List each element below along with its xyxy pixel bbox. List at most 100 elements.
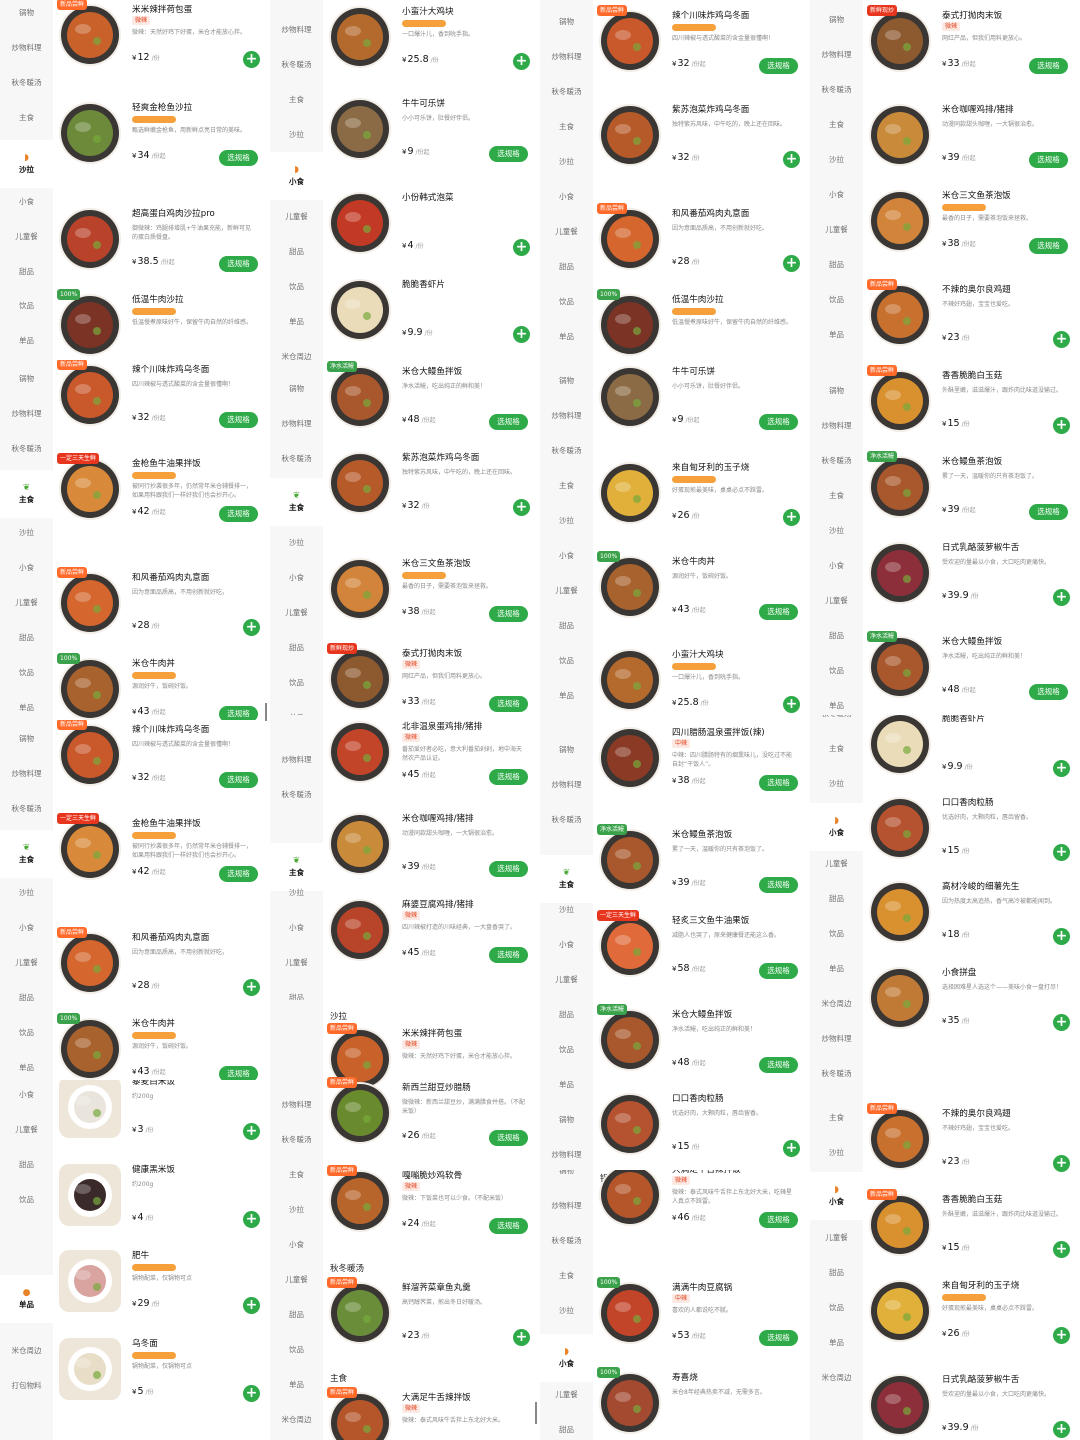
sidebar-item[interactable]: 小食 [810, 551, 863, 579]
add-to-cart-button[interactable]: + [243, 1211, 260, 1228]
sidebar-item[interactable]: 单品 [810, 954, 863, 982]
sidebar-item[interactable]: 炒物料理 [0, 399, 53, 427]
product-image[interactable] [599, 829, 661, 891]
product-image[interactable] [869, 542, 931, 604]
product-image[interactable] [869, 1108, 931, 1170]
sidebar-item[interactable]: 炒物料理 [270, 1090, 323, 1118]
sidebar-item[interactable]: 秋冬暖汤 [540, 1226, 593, 1254]
product-image[interactable] [329, 558, 391, 620]
sidebar-item[interactable]: 秋冬暖汤 [0, 434, 53, 462]
product-card[interactable]: 新鲜现炒 泰式打抛肉末饭 微辣 网红产品，但我们用料更放心。 ¥33/份起 选规格 [323, 642, 540, 715]
product-image[interactable] [329, 366, 391, 428]
sidebar-item[interactable]: 锅物 [540, 1170, 593, 1184]
select-spec-button[interactable]: 选规格 [759, 414, 798, 430]
sidebar-item[interactable]: 秋冬暖汤 [810, 75, 863, 103]
select-spec-button[interactable]: 选规格 [489, 947, 528, 963]
product-name[interactable]: 嘎嘣脆炒鸡软骨 [402, 1169, 462, 1181]
product-card[interactable]: 新品尝鲜 香香脆脆白玉菇 外酥里嫩，滋滋爆汁，跟炸肉比味道没输过。 ¥15/份 + [863, 364, 1080, 452]
product-image[interactable] [59, 572, 121, 634]
sidebar-item[interactable]: 儿童餐 [270, 1265, 323, 1293]
product-image[interactable] [59, 294, 121, 356]
sidebar-item[interactable]: 沙拉 [540, 1296, 593, 1324]
sidebar-item[interactable]: 甜品 [810, 250, 863, 278]
add-to-cart-button[interactable]: + [1053, 1014, 1070, 1031]
add-to-cart-button[interactable]: + [1053, 760, 1070, 777]
product-card[interactable]: 新鲜现炒 泰式打抛肉末饭 微辣 网红产品，但我们用料更放心。 ¥33/份起 选规格 [863, 4, 1080, 92]
select-spec-button[interactable]: 选规格 [759, 1330, 798, 1346]
sidebar-item[interactable]: 沙拉 [810, 1138, 863, 1166]
sidebar-item[interactable]: 儿童餐 [540, 576, 593, 604]
sidebar-item[interactable]: 主食 [270, 1160, 323, 1188]
product-card[interactable]: 口口香肉粒肠 优选好肉，大颗肉粒，唇齿留香。 ¥15/份 + [863, 791, 1080, 879]
product-name[interactable]: 四川腊肠温泉蛋拌饭(辣) [672, 726, 765, 738]
add-to-cart-button[interactable]: + [783, 696, 800, 713]
sidebar-item[interactable]: 小食 [270, 1230, 323, 1258]
sidebar-item[interactable]: 主食 [810, 734, 863, 762]
sidebar-item[interactable]: 小食 [540, 930, 593, 958]
product-name[interactable]: 大满足牛舌辣拌饭 [402, 1391, 471, 1403]
product-name[interactable]: 麻婆豆腐鸡排/猪排 [402, 898, 474, 910]
select-spec-button[interactable]: 选规格 [759, 1212, 798, 1228]
select-spec-button[interactable]: 选规格 [759, 1057, 798, 1073]
sidebar-item[interactable]: 沙拉 [810, 145, 863, 173]
sidebar-item[interactable]: ◗ 小食 [810, 1172, 863, 1220]
product-name[interactable]: 米仓咖喱鸡排/猪排 [402, 812, 474, 824]
product-image[interactable] [869, 1280, 931, 1342]
sidebar-item[interactable]: 甜品 [540, 1415, 593, 1440]
product-card[interactable]: 日式乳酪菠萝椒牛舌 受欢迎的量最以小食，大口吃肉更痛快。 ¥39.9/份 + [863, 1368, 1080, 1440]
add-to-cart-button[interactable]: + [783, 509, 800, 526]
product-name[interactable]: 牛牛可乐饼 [672, 365, 715, 377]
add-to-cart-button[interactable]: + [243, 979, 260, 996]
product-image[interactable] [599, 649, 661, 711]
product-image[interactable] [599, 104, 661, 166]
sidebar-item[interactable]: ◗ 沙拉 [0, 140, 53, 188]
sidebar-item[interactable]: 沙拉 [0, 518, 53, 546]
product-card[interactable]: 米仓三文鱼茶泡饭 最香的日子，需要茶泡饭来拯救。 ¥38/份起 选规格 [863, 184, 1080, 272]
select-spec-button[interactable]: 选规格 [759, 963, 798, 979]
sidebar-item[interactable]: 儿童餐 [270, 948, 323, 976]
product-image[interactable] [599, 208, 661, 270]
product-image[interactable] [869, 797, 931, 859]
product-image[interactable] [59, 1338, 121, 1400]
product-card[interactable]: 100% 低温牛肉沙拉 低温慢煮原味好牛，保留牛肉自然的纤维感。 [593, 288, 810, 360]
sidebar-item[interactable]: 单品 [270, 1370, 323, 1398]
sidebar-item[interactable]: 甜品 [270, 1300, 323, 1328]
product-name[interactable]: 辣个川味炸鸡乌冬面 [132, 723, 209, 735]
sidebar-item[interactable]: 甜品 [810, 1258, 863, 1286]
add-to-cart-button[interactable]: + [243, 619, 260, 636]
product-name[interactable]: 轻爽金枪鱼沙拉 [132, 101, 192, 113]
sidebar-item[interactable]: 儿童餐 [810, 849, 863, 877]
product-name[interactable]: 脆脆香虾片 [942, 715, 985, 724]
product-card[interactable]: 100% 满满牛肉豆腐锅 中辣 喜欢的人都说吃不腻。 ¥53/份起 选规格 [593, 1276, 810, 1364]
product-image[interactable] [59, 658, 121, 720]
sidebar-item[interactable]: 小食 [0, 913, 53, 941]
product-name[interactable]: 米仓咖喱鸡排/猪排 [942, 103, 1014, 115]
product-name[interactable]: 金枪鱼牛油果拌饭 [132, 817, 201, 829]
sidebar-item[interactable]: 儿童餐 [0, 222, 53, 250]
sidebar-item[interactable]: 米仓周边 [0, 1336, 53, 1364]
product-card[interactable]: 新品尝鲜 和风番茄鸡肉丸意面 因为意面品质高，不用创新就好吃。 ¥28/份 + [593, 202, 810, 290]
product-name[interactable]: 米米辣拌荷包蛋 [402, 1027, 462, 1039]
product-card[interactable]: 新品尝鲜 辣个川味炸鸡乌冬面 四川辣椒与透式酸菜的含金量很懂啊！ ¥32/份起 选规格 [593, 4, 810, 92]
product-image[interactable] [599, 1282, 661, 1344]
sidebar-item[interactable]: 甜品 [810, 884, 863, 912]
select-spec-button[interactable]: 选规格 [489, 606, 528, 622]
product-name[interactable]: 日式乳酪菠萝椒牛舌 [942, 541, 1019, 553]
product-image[interactable] [599, 294, 661, 356]
add-to-cart-button[interactable]: + [783, 151, 800, 168]
sidebar-item[interactable]: 饮品 [540, 1035, 593, 1063]
product-image[interactable] [59, 364, 121, 426]
product-image[interactable] [59, 4, 121, 66]
select-spec-button[interactable]: 选规格 [219, 412, 258, 428]
product-name[interactable]: 米仓大鳗鱼拌饭 [402, 365, 462, 377]
product-image[interactable] [599, 727, 661, 789]
select-spec-button[interactable]: 选规格 [1029, 58, 1068, 74]
select-spec-button[interactable]: 选规格 [219, 772, 258, 788]
sidebar-item[interactable]: 甜品 [0, 257, 53, 285]
sidebar-item[interactable]: 秋冬暖汤 [0, 794, 53, 822]
product-image[interactable] [329, 98, 391, 160]
add-to-cart-button[interactable]: + [513, 326, 530, 343]
add-to-cart-button[interactable]: + [783, 255, 800, 272]
sidebar-item[interactable]: ❦ 主食 [270, 478, 323, 526]
sidebar-item[interactable]: 炒物料理 [270, 745, 323, 773]
